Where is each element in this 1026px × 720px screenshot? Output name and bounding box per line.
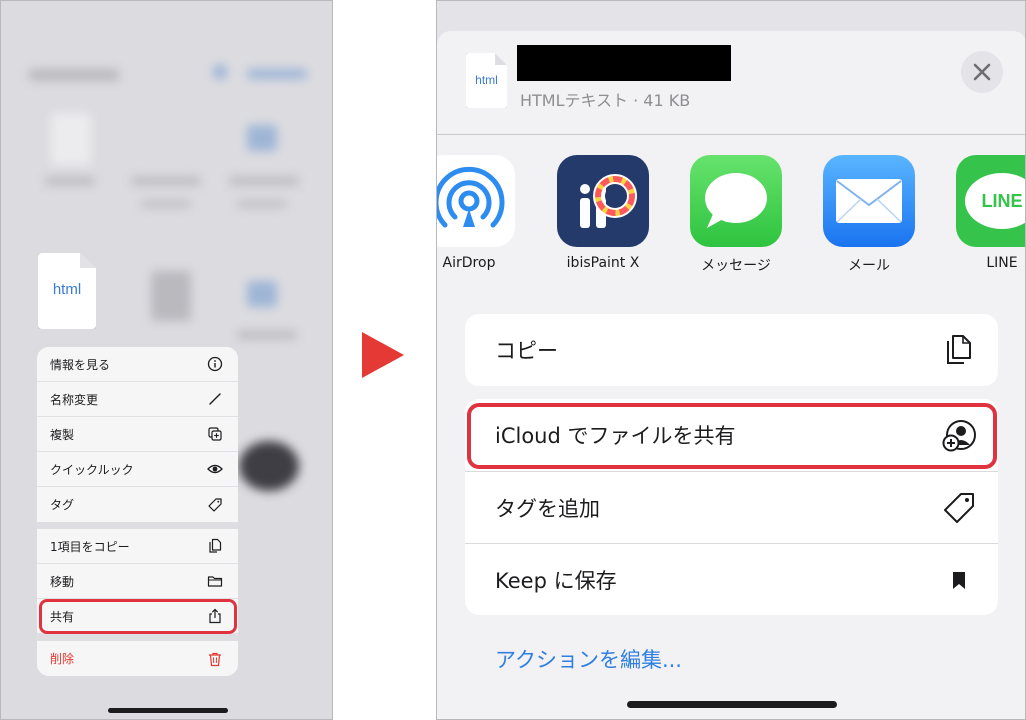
share-apps-row: AirDrop ibisPaint X メッセージ メール LINE LINE — [437, 155, 1025, 285]
action-label: iCloud でファイルを共有 — [495, 424, 736, 448]
copy-icon — [206, 537, 224, 555]
menu-item-label: 1項目をコピー — [50, 539, 130, 554]
left-screen: html 情報を見る 名称変更 複製 クイックルック タグ 1項目をコピー 移動… — [0, 0, 333, 720]
close-icon — [973, 63, 991, 81]
menu-item-label: 複製 — [50, 427, 75, 442]
trash-icon — [206, 650, 224, 668]
menu-item-duplicate[interactable]: 複製 — [37, 417, 238, 452]
mail-icon — [823, 155, 915, 247]
home-indicator[interactable] — [108, 708, 228, 713]
action-label: コピー — [495, 339, 558, 363]
bookmark-icon — [953, 571, 965, 589]
action-copy[interactable]: コピー — [465, 314, 998, 386]
action-label: Keep に保存 — [495, 568, 617, 593]
app-label: LINE — [986, 255, 1018, 271]
menu-item-label: クイックルック — [50, 462, 134, 477]
menu-separator — [37, 522, 238, 529]
line-icon-text: LINE — [981, 190, 1023, 211]
menu-item-copy[interactable]: 1項目をコピー — [37, 529, 238, 564]
folder-icon — [206, 572, 224, 590]
context-menu: 情報を見る 名称変更 複製 クイックルック タグ 1項目をコピー 移動 共有 削… — [37, 347, 238, 676]
pencil-icon — [206, 390, 224, 408]
line-icon: LINE — [956, 155, 1025, 247]
info-icon — [206, 355, 224, 373]
menu-item-quicklook[interactable]: クイックルック — [37, 452, 238, 487]
edit-actions-link[interactable]: アクションを編集... — [495, 644, 682, 674]
menu-item-label: 削除 — [50, 652, 75, 666]
menu-item-delete[interactable]: 削除 — [37, 641, 238, 676]
menu-item-share[interactable]: 共有 — [37, 599, 238, 634]
app-label: メール — [848, 258, 890, 274]
menu-item-tag[interactable]: タグ — [37, 487, 238, 522]
file-thumbnail: html — [38, 253, 96, 329]
action-group-copy: コピー — [465, 314, 998, 386]
arrow-right-icon — [362, 332, 404, 378]
person-add-icon — [942, 420, 976, 452]
close-button[interactable] — [961, 51, 1003, 93]
app-ibispaint[interactable]: ibisPaint X — [557, 155, 649, 271]
menu-item-label: 名称変更 — [50, 392, 99, 407]
action-add-tag[interactable]: タグを追加 — [465, 471, 998, 543]
ibispaint-icon — [557, 155, 649, 247]
right-screen: html HTMLテキスト · 41 KB AirDrop ibisPaint … — [436, 0, 1026, 720]
action-label: タグを追加 — [495, 496, 600, 521]
app-label: AirDrop — [442, 255, 496, 271]
share-sheet: html HTMLテキスト · 41 KB AirDrop ibisPaint … — [437, 31, 1025, 719]
file-thumbnail: html — [466, 53, 507, 108]
eye-icon — [206, 460, 224, 478]
messages-icon — [690, 155, 782, 247]
action-save-keep[interactable]: Keep に保存 — [465, 543, 998, 615]
duplicate-icon — [206, 425, 224, 443]
tag-icon — [944, 492, 974, 523]
app-airdrop[interactable]: AirDrop — [437, 155, 515, 271]
menu-item-label: タグ — [50, 498, 75, 512]
file-type-label: html — [475, 73, 498, 87]
app-messages[interactable]: メッセージ — [690, 155, 782, 275]
redacted-file-name — [517, 45, 731, 81]
app-label: メッセージ — [701, 258, 771, 274]
file-subtitle: HTMLテキスト · 41 KB — [520, 91, 691, 110]
menu-item-label: 共有 — [50, 609, 75, 624]
airdrop-icon — [437, 155, 515, 247]
action-share-icloud[interactable]: iCloud でファイルを共有 — [465, 399, 998, 471]
menu-item-move[interactable]: 移動 — [37, 564, 238, 599]
menu-item-info[interactable]: 情報を見る — [37, 347, 238, 382]
action-group-main: iCloud でファイルを共有 タグを追加 Keep に保存 — [465, 399, 998, 615]
share-sheet-header: html HTMLテキスト · 41 KB — [437, 31, 1025, 135]
menu-separator — [37, 634, 238, 641]
copy-icon — [947, 335, 971, 364]
menu-item-rename[interactable]: 名称変更 — [37, 382, 238, 417]
app-label: ibisPaint X — [566, 255, 640, 271]
app-mail[interactable]: メール — [823, 155, 915, 275]
home-indicator[interactable] — [627, 701, 837, 708]
app-line[interactable]: LINE LINE — [956, 155, 1025, 271]
file-type-label: html — [52, 281, 82, 298]
tag-icon — [206, 496, 224, 514]
share-icon — [206, 607, 224, 625]
menu-item-label: 情報を見る — [50, 357, 111, 372]
menu-item-label: 移動 — [50, 574, 75, 589]
